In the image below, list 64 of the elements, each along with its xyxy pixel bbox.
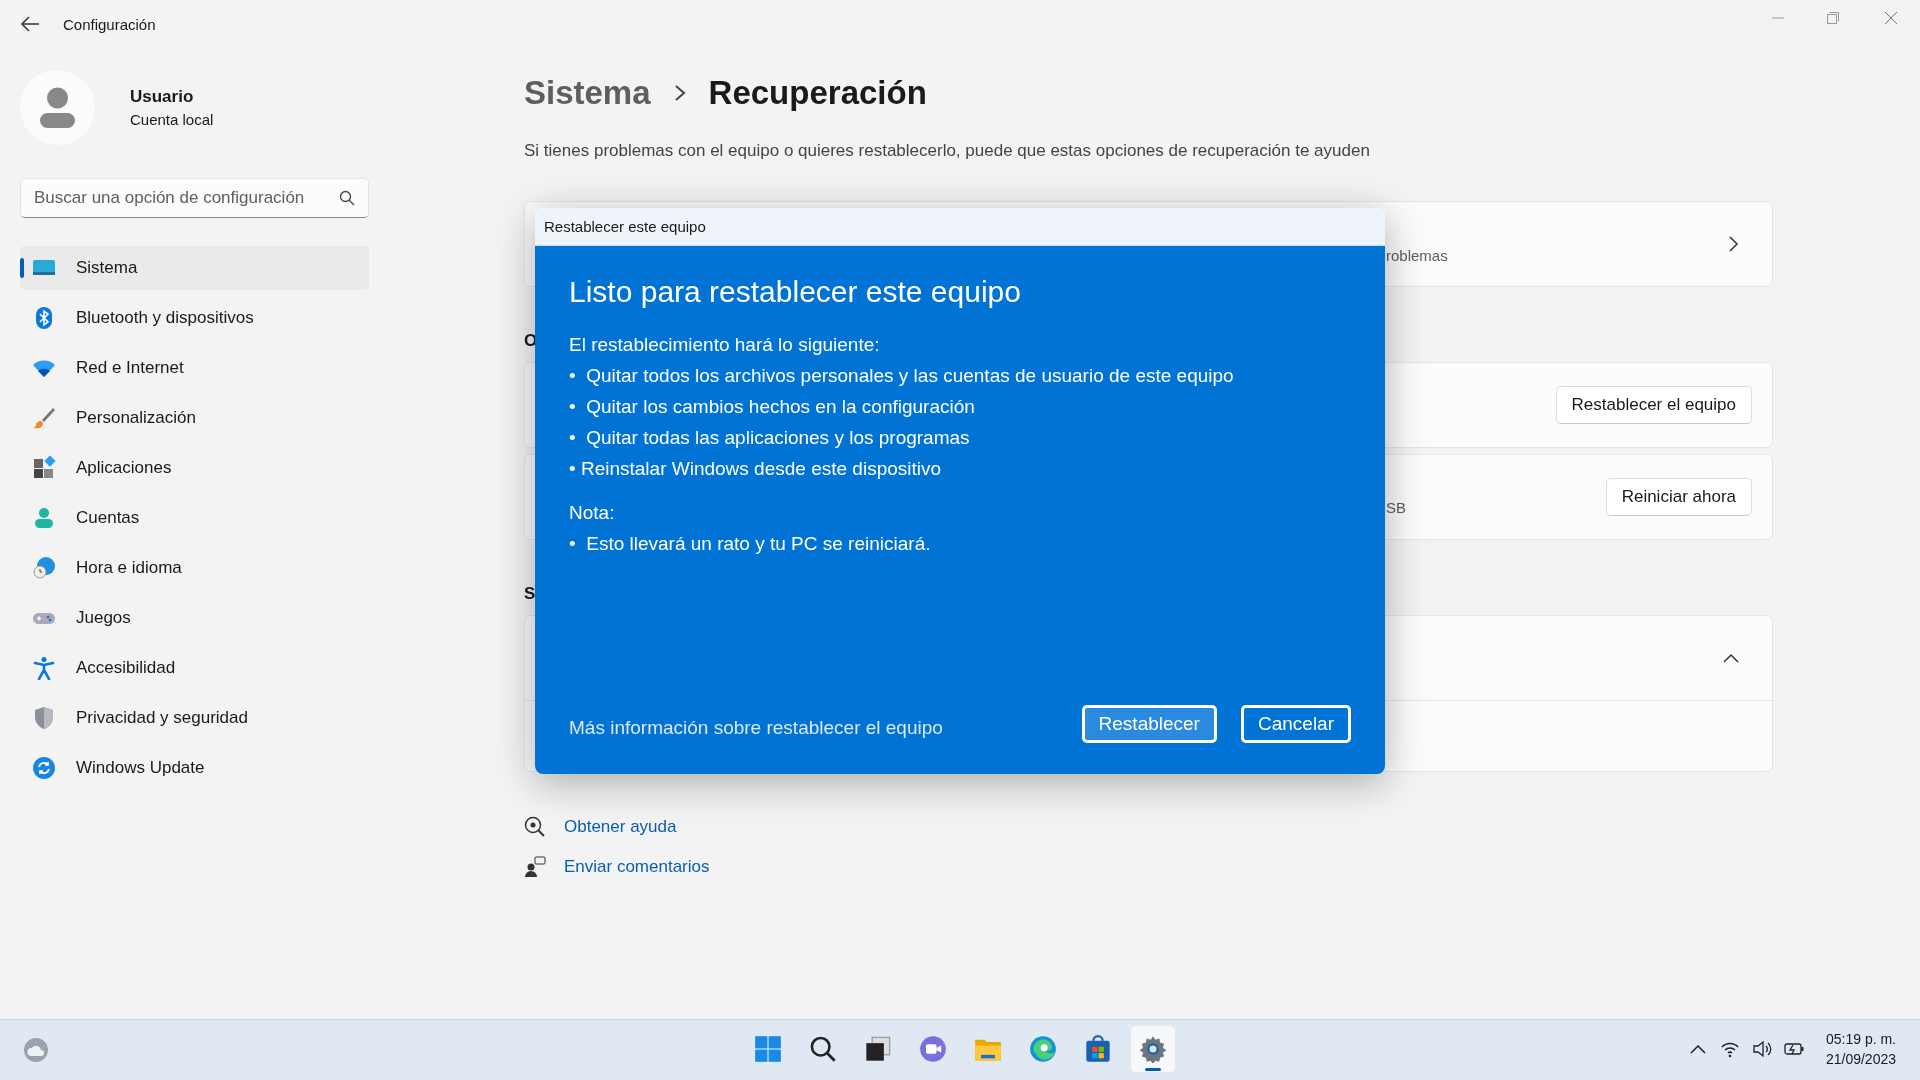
apps-icon [32, 456, 56, 480]
nav-item[interactable]: Red e Internet [20, 346, 369, 390]
nav-item[interactable]: Bluetooth y dispositivos [20, 296, 369, 340]
window-title: Configuración [63, 15, 156, 33]
close-icon[interactable] [1885, 12, 1897, 24]
dialog-heading: Listo para restablecer este equipo [569, 274, 1022, 310]
store-bag-icon [1084, 1035, 1112, 1063]
nav-item[interactable]: Hora e idioma [20, 546, 369, 590]
clock-date[interactable]: 21/09/2023 [1825, 1049, 1896, 1069]
accessibility-icon [32, 656, 56, 680]
nav-item[interactable]: Juegos [20, 596, 369, 640]
settings-icon [1139, 1035, 1167, 1063]
section-heading: S [524, 583, 537, 605]
volume-icon[interactable] [1752, 1039, 1772, 1059]
windows-logo-icon [754, 1035, 782, 1063]
dialog-button[interactable]: Restablecer [1081, 705, 1217, 743]
page-description: Si tienes problemas con el equipo o quieres restablecerlo, puede que estas opciones de recuperación te ayuden [524, 141, 1371, 161]
sync-icon [32, 756, 56, 780]
search-icon [339, 190, 355, 206]
search-icon [809, 1035, 837, 1063]
bullet-item: • Quitar todos los archivos personales y las cuentas de usuario de este equipo [569, 364, 1235, 388]
info-link[interactable]: Más información sobre restablecer el equipo [569, 717, 943, 739]
dialog-button[interactable]: Cancelar [1240, 705, 1351, 743]
shield-icon [32, 706, 56, 730]
selection-indicator [20, 258, 24, 278]
restore-icon[interactable] [1827, 12, 1839, 24]
account-type: Cuenta local [130, 111, 214, 128]
person-icon [32, 506, 56, 530]
nav-item[interactable]: Cuentas [20, 496, 369, 540]
nav-item[interactable]: Sistema [20, 246, 369, 290]
task-view-icon [864, 1035, 892, 1063]
clock-time[interactable]: 05:19 p. m. [1825, 1029, 1896, 1049]
chevron-right-icon [1728, 235, 1740, 253]
nav-item[interactable]: Aplicaciones [20, 446, 369, 490]
card-subtitle: roblemas [1386, 246, 1448, 264]
card-action-button[interactable]: Reiniciar ahora [1605, 478, 1752, 516]
help-chat-icon [524, 816, 546, 838]
nav-item[interactable]: Privacidad y seguridad [20, 696, 369, 740]
paintbrush-icon [32, 406, 56, 430]
card-subtitle: SB [1386, 498, 1406, 516]
bullet-item: • Quitar todas las aplicaciones y los programas [569, 426, 971, 450]
feedback-person-icon [524, 856, 546, 878]
page-title: Recuperación [708, 74, 927, 112]
dialog-title: Restablecer este equipo [544, 218, 706, 235]
card-action-button[interactable]: Restablecer el equipo [1555, 386, 1752, 424]
search-field[interactable]: Buscar una opción de configuración [20, 178, 369, 218]
active-indicator [1145, 1068, 1161, 1071]
taskbar-app-button[interactable] [1131, 1026, 1175, 1072]
bullet-item: • Esto llevará un rato y tu PC se reiniciará. [569, 532, 932, 556]
browser-icon [1029, 1035, 1057, 1063]
bullet-item: • Quitar los cambios hechos en la configuración [569, 395, 976, 419]
breadcrumb-parent[interactable]: Sistema [524, 74, 651, 112]
user-name: Usuario [130, 87, 195, 107]
dialog-intro: El restablecimiento hará lo siguiente: [569, 333, 881, 357]
video-chat-icon [919, 1035, 947, 1063]
help-link[interactable]: Enviar comentarios [564, 857, 710, 877]
help-link[interactable]: Obtener ayuda [564, 817, 677, 837]
chevron-up-icon[interactable] [1722, 652, 1740, 664]
nav-item[interactable]: Windows Update [20, 746, 369, 790]
nav-item[interactable]: Accesibilidad [20, 646, 369, 690]
note-label: Nota: [569, 501, 616, 525]
nav-item[interactable]: Personalización [20, 396, 369, 440]
bullet-item: • Reinstalar Windows desde este dispositivo [569, 457, 943, 481]
globe-clock-icon [32, 556, 56, 580]
